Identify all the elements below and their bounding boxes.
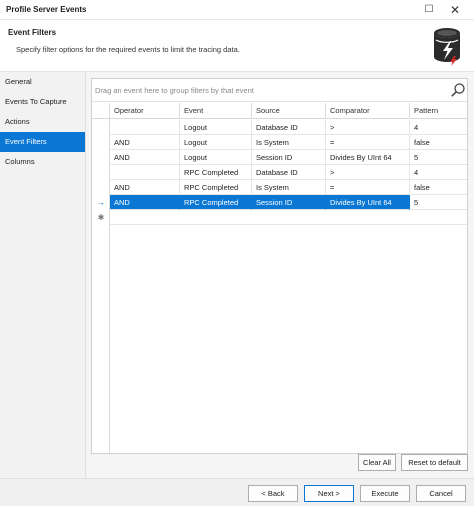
- clear-all-button[interactable]: Clear All: [358, 454, 396, 471]
- sidebar-item-event-filters[interactable]: Event Filters: [0, 132, 85, 152]
- table-row[interactable]: AND RPC Completed Is System = false: [92, 180, 467, 195]
- cell-source[interactable]: Session ID: [252, 150, 326, 165]
- sidebar: General Events To Capture Actions Event …: [0, 72, 86, 478]
- column-header-pattern[interactable]: Pattern: [410, 103, 467, 119]
- column-header-comparator[interactable]: Comparator: [326, 103, 410, 119]
- cell-operator[interactable]: AND: [110, 150, 180, 165]
- column-header-event[interactable]: Event: [180, 103, 252, 119]
- page-title: Event Filters: [8, 28, 57, 37]
- cell-pattern[interactable]: false: [410, 180, 467, 195]
- cell-operator[interactable]: [110, 165, 180, 180]
- current-row-arrow-icon: →: [97, 198, 105, 207]
- cell-source[interactable]: Database ID: [252, 120, 326, 135]
- indicator-header: [92, 103, 110, 119]
- cell-comparator[interactable]: =: [326, 180, 410, 195]
- cell-comparator[interactable]: >: [326, 165, 410, 180]
- grid-header: Operator Event Source Comparator Pattern: [92, 103, 467, 119]
- cell-event[interactable]: RPC Completed: [180, 165, 252, 180]
- maximize-icon[interactable]: ☐: [418, 2, 440, 18]
- sidebar-item-events-to-capture[interactable]: Events To Capture: [0, 92, 85, 112]
- table-row[interactable]: AND Logout Session ID Divides By UInt 64…: [92, 150, 467, 165]
- cell-pattern[interactable]: 4: [410, 120, 467, 135]
- column-header-source[interactable]: Source: [252, 103, 326, 119]
- table-row[interactable]: RPC Completed Database ID > 4: [92, 165, 467, 180]
- next-button[interactable]: Next >: [304, 485, 354, 502]
- cell-comparator[interactable]: Divides By UInt 64: [326, 150, 410, 165]
- cell-pattern[interactable]: 4: [410, 165, 467, 180]
- close-icon[interactable]: ✕: [444, 2, 466, 18]
- cancel-button[interactable]: Cancel: [416, 485, 466, 502]
- cell-operator[interactable]: [110, 120, 180, 135]
- footer-bar: < Back Next > Execute Cancel: [0, 478, 474, 506]
- cell-comparator[interactable]: =: [326, 135, 410, 150]
- filter-grid: Drag an event here to group filters by t…: [91, 78, 468, 454]
- cell-comparator[interactable]: >: [326, 120, 410, 135]
- cell-source[interactable]: Session ID: [252, 195, 326, 210]
- title-bar: Profile Server Events ☐ ✕: [0, 0, 474, 20]
- new-row[interactable]: ✱: [92, 210, 467, 225]
- group-panel[interactable]: Drag an event here to group filters by t…: [92, 79, 467, 102]
- cell-source[interactable]: Database ID: [252, 165, 326, 180]
- cell-comparator[interactable]: Divides By UInt 64: [326, 195, 410, 210]
- cell-operator[interactable]: AND: [110, 135, 180, 150]
- cell-pattern[interactable]: 5: [410, 195, 467, 210]
- new-row-cell[interactable]: [110, 210, 467, 225]
- main-panel: Drag an event here to group filters by t…: [86, 72, 474, 478]
- cell-event[interactable]: RPC Completed: [180, 180, 252, 195]
- page-header: Event Filters Specify filter options for…: [0, 20, 474, 72]
- column-header-operator[interactable]: Operator: [110, 103, 180, 119]
- cell-pattern[interactable]: 5: [410, 150, 467, 165]
- back-button[interactable]: < Back: [248, 485, 298, 502]
- cell-source[interactable]: Is System: [252, 135, 326, 150]
- table-row[interactable]: AND Logout Is System = false: [92, 135, 467, 150]
- sidebar-item-actions[interactable]: Actions: [0, 112, 85, 132]
- cell-pattern[interactable]: false: [410, 135, 467, 150]
- search-icon[interactable]: [450, 82, 466, 98]
- execute-button[interactable]: Execute: [360, 485, 410, 502]
- sidebar-item-columns[interactable]: Columns: [0, 152, 85, 172]
- cell-source[interactable]: Is System: [252, 180, 326, 195]
- table-row-selected[interactable]: → AND RPC Completed Session ID Divides B…: [92, 195, 467, 210]
- new-row-asterisk-icon: ✱: [97, 213, 105, 222]
- table-row[interactable]: Logout Database ID > 4: [92, 120, 467, 135]
- reset-to-default-button[interactable]: Reset to default: [401, 454, 468, 471]
- page-subtitle: Specify filter options for the required …: [16, 45, 240, 54]
- group-panel-hint: Drag an event here to group filters by t…: [95, 86, 254, 95]
- cell-operator[interactable]: AND: [110, 195, 180, 210]
- cell-event[interactable]: Logout: [180, 135, 252, 150]
- sidebar-item-general[interactable]: General: [0, 72, 85, 92]
- window-title: Profile Server Events: [6, 5, 87, 14]
- cell-event[interactable]: Logout: [180, 120, 252, 135]
- cell-operator[interactable]: AND: [110, 180, 180, 195]
- cell-event[interactable]: RPC Completed: [180, 195, 252, 210]
- database-lightning-icon: [434, 28, 460, 66]
- cell-event[interactable]: Logout: [180, 150, 252, 165]
